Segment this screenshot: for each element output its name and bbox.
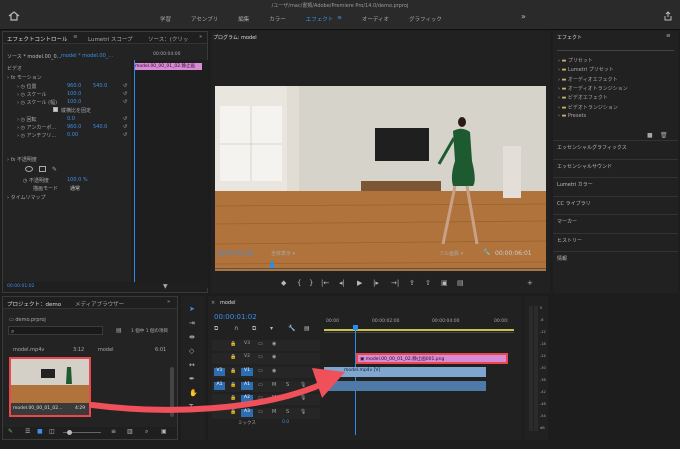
annotation-arrow bbox=[89, 368, 345, 413]
